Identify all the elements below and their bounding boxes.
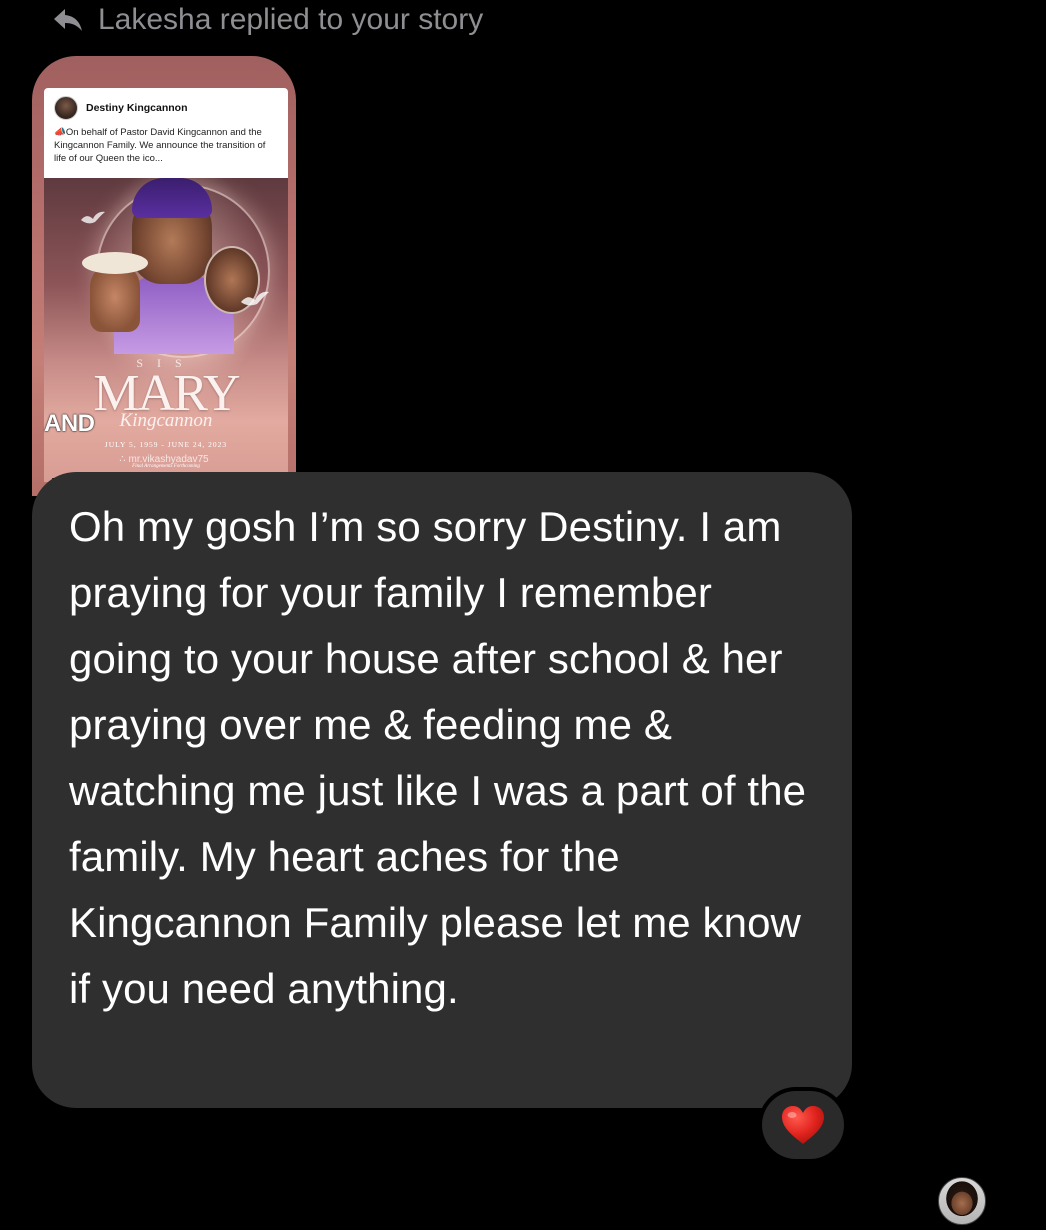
- portrait-left-hat: [82, 252, 148, 274]
- reply-header-text: Lakesha replied to your story: [98, 3, 484, 36]
- story-watermark: ∴ mr.vikashyadav75: [119, 454, 209, 465]
- dove-icon: [240, 290, 270, 315]
- message-bubble[interactable]: Oh my gosh I’m so sorry Destiny. I am pr…: [32, 472, 852, 1108]
- portrait-main-hat: [132, 178, 212, 218]
- reaction-badge[interactable]: [758, 1087, 848, 1163]
- story-overlay-text: AND: [44, 410, 95, 437]
- shared-post-card: Destiny Kingcannon 📣On behalf of Pastor …: [44, 88, 288, 178]
- story-reply-header: Lakesha replied to your story: [52, 0, 483, 40]
- post-caption: 📣On behalf of Pastor David Kingcannon an…: [54, 127, 266, 164]
- dove-icon: [80, 210, 106, 233]
- memorial-dates: JULY 5, 1959 - JUNE 24, 2023: [104, 440, 228, 449]
- post-author-name: Destiny Kingcannon: [86, 102, 188, 114]
- avatar[interactable]: [938, 1177, 986, 1225]
- heart-icon: [780, 1104, 826, 1146]
- story-thumbnail[interactable]: Destiny Kingcannon 📣On behalf of Pastor …: [32, 56, 296, 496]
- reply-arrow-icon: [52, 7, 84, 33]
- post-author-avatar: [54, 96, 78, 120]
- message-text: Oh my gosh I’m so sorry Destiny. I am pr…: [69, 503, 807, 1012]
- megaphone-icon: 📣: [54, 127, 66, 138]
